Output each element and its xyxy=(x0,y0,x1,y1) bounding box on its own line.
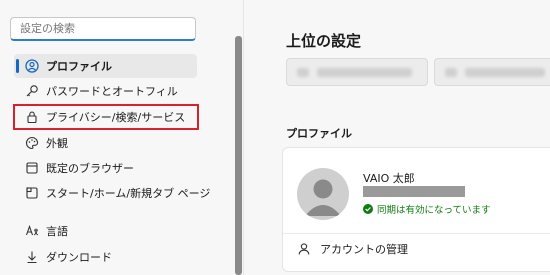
palette-icon xyxy=(25,136,39,150)
settings-main: 上位の設定 プロファイル VAIO 太郎 同期は有効になっています アカウントの… xyxy=(244,0,550,275)
sidebar-item-label: 言語 xyxy=(46,225,68,238)
card-divider xyxy=(283,233,550,234)
check-circle-icon xyxy=(363,204,373,214)
sidebar-item-passwords[interactable]: パスワードとオートフィル xyxy=(14,79,197,103)
profiles-section-label: プロファイル xyxy=(286,127,352,140)
manage-account-link[interactable]: アカウントの管理 xyxy=(297,241,408,257)
avatar[interactable] xyxy=(297,168,349,220)
top-setting-chip-1[interactable] xyxy=(286,58,428,86)
lock-icon xyxy=(25,110,39,124)
sync-status: 同期は有効になっています xyxy=(363,202,491,216)
profile-icon xyxy=(25,59,39,73)
sidebar-item-label: プロファイル xyxy=(46,60,112,73)
top-setting-chip-2[interactable] xyxy=(434,58,550,86)
sidebar-item-label: 既定のブラウザー xyxy=(46,162,134,175)
sidebar-item-downloads[interactable]: ダウンロード xyxy=(14,245,197,269)
sidebar-scrollbar[interactable] xyxy=(235,36,242,275)
sidebar-item-privacy[interactable]: プライバシー/検索/サービス xyxy=(13,104,199,130)
home-tab-icon xyxy=(25,186,39,200)
sidebar-item-start-home-newtab[interactable]: スタート/ホーム/新規タブ ページ xyxy=(14,181,210,205)
download-icon xyxy=(25,250,39,264)
sidebar-item-languages[interactable]: 言語 xyxy=(14,219,197,243)
settings-sidebar: 設定の検索 プロファイル パスワードとオートフィル プライバシー/検索/サービス… xyxy=(0,0,243,275)
sidebar-item-label: ダウンロード xyxy=(46,251,112,264)
person-icon xyxy=(297,242,311,256)
sidebar-item-profiles[interactable]: プロファイル xyxy=(14,54,197,78)
sync-status-text: 同期は有効になっています xyxy=(377,205,491,216)
redacted-email xyxy=(363,186,465,197)
page-title: 上位の設定 xyxy=(286,32,362,50)
key-icon xyxy=(25,84,39,98)
settings-search-input[interactable]: 設定の検索 xyxy=(10,17,196,41)
settings-search-placeholder: 設定の検索 xyxy=(20,22,75,35)
language-icon xyxy=(25,224,39,238)
sidebar-item-label: パスワードとオートフィル xyxy=(46,85,178,98)
sidebar-item-label: プライバシー/検索/サービス xyxy=(46,111,186,124)
sidebar-item-label: 外観 xyxy=(46,137,68,150)
sidebar-item-default-browser[interactable]: 既定のブラウザー xyxy=(14,156,197,180)
manage-account-label: アカウントの管理 xyxy=(320,243,408,256)
profile-name: VAIO 太郎 xyxy=(363,172,415,185)
sidebar-item-label: スタート/ホーム/新規タブ ページ xyxy=(46,187,211,200)
profile-card: VAIO 太郎 同期は有効になっています アカウントの管理 xyxy=(282,147,550,272)
sidebar-item-appearance[interactable]: 外観 xyxy=(14,131,197,155)
browser-icon xyxy=(25,161,39,175)
default-avatar-icon xyxy=(305,179,341,216)
